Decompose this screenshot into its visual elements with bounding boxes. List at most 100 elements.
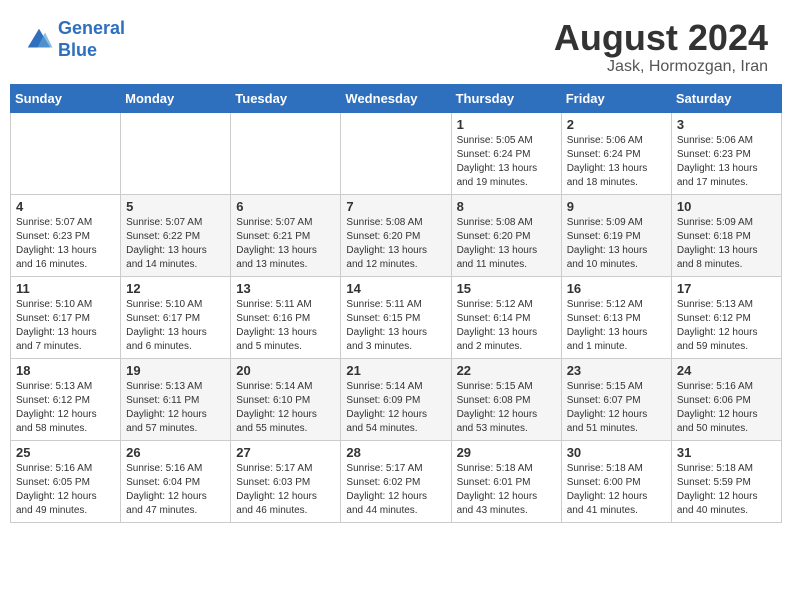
day-info: Sunrise: 5:17 AM Sunset: 6:03 PM Dayligh… — [236, 462, 335, 518]
day-number: 19 — [126, 363, 225, 378]
day-header-tuesday: Tuesday — [231, 84, 341, 112]
calendar-cell: 26 Sunrise: 5:16 AM Sunset: 6:04 PM Dayli… — [121, 440, 231, 522]
day-number: 16 — [567, 281, 666, 296]
subtitle: Jask, Hormozgan, Iran — [554, 58, 768, 76]
day-header-saturday: Saturday — [671, 84, 781, 112]
day-header-wednesday: Wednesday — [341, 84, 451, 112]
day-number: 30 — [567, 445, 666, 460]
calendar-cell: 23 Sunrise: 5:15 AM Sunset: 6:07 PM Dayli… — [561, 358, 671, 440]
calendar-cell: 27Sunrise: 5:17 AM Sunset: 6:03 PM Dayli… — [231, 440, 341, 522]
calendar-cell — [11, 112, 121, 194]
calendar-cell: 16 Sunrise: 5:12 AM Sunset: 6:13 PM Dayli… — [561, 276, 671, 358]
day-info: Sunrise: 5:09 AM Sunset: 6:19 PM Dayligh… — [567, 216, 666, 272]
calendar-cell: 12 Sunrise: 5:10 AM Sunset: 6:17 PM Dayli… — [121, 276, 231, 358]
day-number: 26 — [126, 445, 225, 460]
day-info: Sunrise: 5:16 AM Sunset: 6:04 PM Dayligh… — [126, 462, 225, 518]
calendar-cell: 22Sunrise: 5:15 AM Sunset: 6:08 PM Dayli… — [451, 358, 561, 440]
calendar-cell: 24 Sunrise: 5:16 AM Sunset: 6:06 PM Dayli… — [671, 358, 781, 440]
day-info: Sunrise: 5:07 AM Sunset: 6:22 PM Dayligh… — [126, 216, 225, 272]
day-number: 12 — [126, 281, 225, 296]
day-number: 11 — [16, 281, 115, 296]
day-number: 6 — [236, 199, 335, 214]
day-header-monday: Monday — [121, 84, 231, 112]
logo-icon — [24, 25, 54, 55]
day-info: Sunrise: 5:16 AM Sunset: 6:05 PM Dayligh… — [16, 462, 115, 518]
day-number: 25 — [16, 445, 115, 460]
day-number: 23 — [567, 363, 666, 378]
day-info: Sunrise: 5:14 AM Sunset: 6:09 PM Dayligh… — [346, 380, 445, 436]
day-number: 9 — [567, 199, 666, 214]
day-info: Sunrise: 5:18 AM Sunset: 6:00 PM Dayligh… — [567, 462, 666, 518]
day-header-sunday: Sunday — [11, 84, 121, 112]
calendar-cell: 25 Sunrise: 5:16 AM Sunset: 6:05 PM Dayli… — [11, 440, 121, 522]
calendar-cell: 13 Sunrise: 5:11 AM Sunset: 6:16 PM Dayli… — [231, 276, 341, 358]
day-number: 24 — [677, 363, 776, 378]
calendar-cell: 4Sunrise: 5:07 AM Sunset: 6:23 PM Daylig… — [11, 194, 121, 276]
day-number: 18 — [16, 363, 115, 378]
calendar-cell: 21 Sunrise: 5:14 AM Sunset: 6:09 PM Dayli… — [341, 358, 451, 440]
day-info: Sunrise: 5:06 AM Sunset: 6:23 PM Dayligh… — [677, 134, 776, 190]
calendar-cell: 30 Sunrise: 5:18 AM Sunset: 6:00 PM Dayli… — [561, 440, 671, 522]
day-info: Sunrise: 5:18 AM Sunset: 6:01 PM Dayligh… — [457, 462, 556, 518]
page-header: General Blue August 2024 Jask, Hormozgan… — [0, 0, 792, 84]
day-info: Sunrise: 5:15 AM Sunset: 6:07 PM Dayligh… — [567, 380, 666, 436]
day-info: Sunrise: 5:15 AM Sunset: 6:08 PM Dayligh… — [457, 380, 556, 436]
day-number: 3 — [677, 117, 776, 132]
calendar-cell: 7 Sunrise: 5:08 AM Sunset: 6:20 PM Daylig… — [341, 194, 451, 276]
day-number: 8 — [457, 199, 556, 214]
calendar-cell — [231, 112, 341, 194]
day-number: 1 — [457, 117, 556, 132]
day-info: Sunrise: 5:14 AM Sunset: 6:10 PM Dayligh… — [236, 380, 335, 436]
day-number: 28 — [346, 445, 445, 460]
day-info: Sunrise: 5:17 AM Sunset: 6:02 PM Dayligh… — [346, 462, 445, 518]
calendar-cell: 28 Sunrise: 5:17 AM Sunset: 6:02 PM Dayli… — [341, 440, 451, 522]
day-info: Sunrise: 5:16 AM Sunset: 6:06 PM Dayligh… — [677, 380, 776, 436]
calendar-cell: 31Sunrise: 5:18 AM Sunset: 5:59 PM Dayli… — [671, 440, 781, 522]
calendar-cell: 9 Sunrise: 5:09 AM Sunset: 6:19 PM Daylig… — [561, 194, 671, 276]
day-number: 21 — [346, 363, 445, 378]
logo: General Blue — [24, 18, 125, 61]
day-number: 20 — [236, 363, 335, 378]
calendar-cell: 5 Sunrise: 5:07 AM Sunset: 6:22 PM Daylig… — [121, 194, 231, 276]
day-info: Sunrise: 5:09 AM Sunset: 6:18 PM Dayligh… — [677, 216, 776, 272]
day-info: Sunrise: 5:07 AM Sunset: 6:21 PM Dayligh… — [236, 216, 335, 272]
day-number: 10 — [677, 199, 776, 214]
calendar-cell — [341, 112, 451, 194]
day-number: 13 — [236, 281, 335, 296]
day-info: Sunrise: 5:18 AM Sunset: 5:59 PM Dayligh… — [677, 462, 776, 518]
calendar-cell: 2Sunrise: 5:06 AM Sunset: 6:24 PM Daylig… — [561, 112, 671, 194]
calendar-cell: 14Sunrise: 5:11 AM Sunset: 6:15 PM Dayli… — [341, 276, 451, 358]
calendar-cell: 3 Sunrise: 5:06 AM Sunset: 6:23 PM Daylig… — [671, 112, 781, 194]
logo-text: General Blue — [58, 18, 125, 61]
day-info: Sunrise: 5:07 AM Sunset: 6:23 PM Dayligh… — [16, 216, 115, 272]
calendar-table: SundayMondayTuesdayWednesdayThursdayFrid… — [10, 84, 782, 523]
day-number: 5 — [126, 199, 225, 214]
day-info: Sunrise: 5:11 AM Sunset: 6:16 PM Dayligh… — [236, 298, 335, 354]
calendar-cell: 11 Sunrise: 5:10 AM Sunset: 6:17 PM Dayli… — [11, 276, 121, 358]
day-info: Sunrise: 5:12 AM Sunset: 6:13 PM Dayligh… — [567, 298, 666, 354]
calendar-cell: 6 Sunrise: 5:07 AM Sunset: 6:21 PM Daylig… — [231, 194, 341, 276]
day-number: 15 — [457, 281, 556, 296]
day-info: Sunrise: 5:10 AM Sunset: 6:17 PM Dayligh… — [16, 298, 115, 354]
day-info: Sunrise: 5:06 AM Sunset: 6:24 PM Dayligh… — [567, 134, 666, 190]
day-number: 29 — [457, 445, 556, 460]
day-header-friday: Friday — [561, 84, 671, 112]
day-number: 17 — [677, 281, 776, 296]
calendar-cell: 19Sunrise: 5:13 AM Sunset: 6:11 PM Dayli… — [121, 358, 231, 440]
day-info: Sunrise: 5:13 AM Sunset: 6:12 PM Dayligh… — [16, 380, 115, 436]
day-info: Sunrise: 5:12 AM Sunset: 6:14 PM Dayligh… — [457, 298, 556, 354]
calendar-cell: 18 Sunrise: 5:13 AM Sunset: 6:12 PM Dayli… — [11, 358, 121, 440]
calendar-cell: 1Sunrise: 5:05 AM Sunset: 6:24 PM Daylig… — [451, 112, 561, 194]
day-info: Sunrise: 5:08 AM Sunset: 6:20 PM Dayligh… — [457, 216, 556, 272]
day-number: 14 — [346, 281, 445, 296]
day-header-thursday: Thursday — [451, 84, 561, 112]
calendar-cell: 17 Sunrise: 5:13 AM Sunset: 6:12 PM Dayli… — [671, 276, 781, 358]
day-info: Sunrise: 5:13 AM Sunset: 6:12 PM Dayligh… — [677, 298, 776, 354]
day-info: Sunrise: 5:08 AM Sunset: 6:20 PM Dayligh… — [346, 216, 445, 272]
calendar-cell: 8 Sunrise: 5:08 AM Sunset: 6:20 PM Daylig… — [451, 194, 561, 276]
main-title: August 2024 — [554, 18, 768, 58]
calendar-cell: 20 Sunrise: 5:14 AM Sunset: 6:10 PM Dayli… — [231, 358, 341, 440]
day-number: 7 — [346, 199, 445, 214]
calendar-cell — [121, 112, 231, 194]
day-info: Sunrise: 5:10 AM Sunset: 6:17 PM Dayligh… — [126, 298, 225, 354]
